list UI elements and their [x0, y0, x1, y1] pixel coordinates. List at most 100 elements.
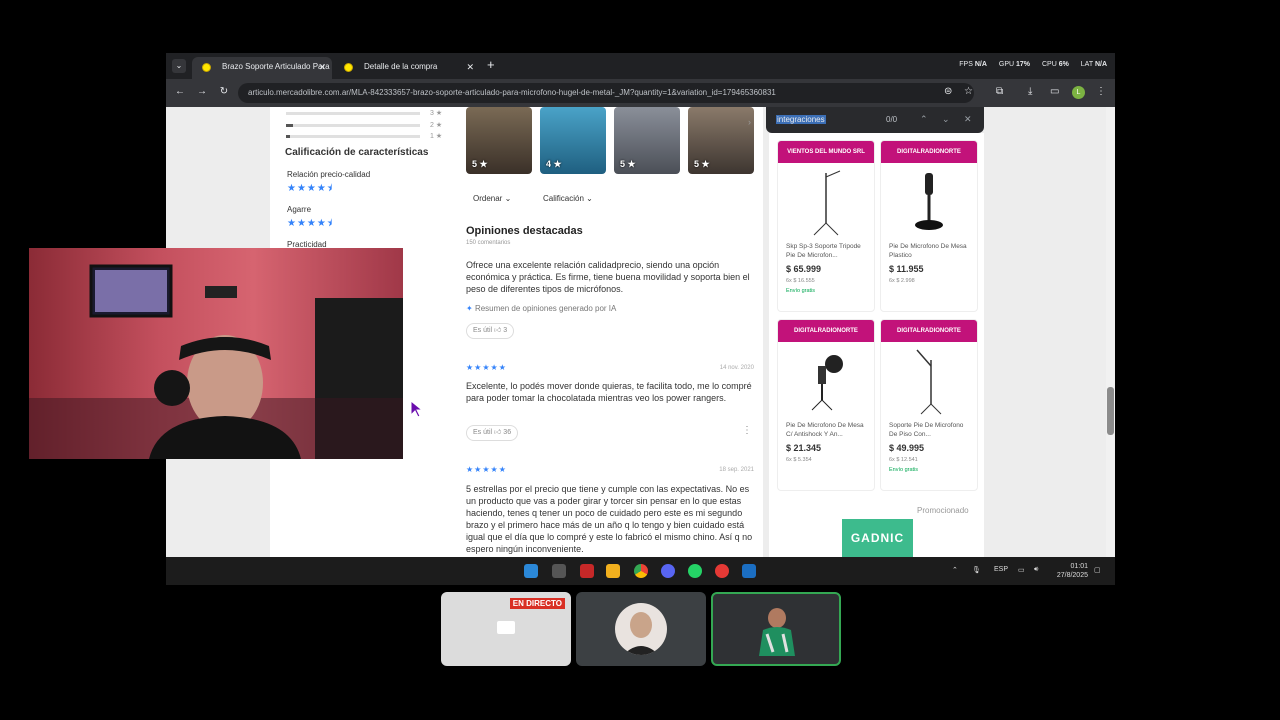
- tab-purchase-detail[interactable]: Detalle de la compra ✕: [334, 57, 480, 79]
- review-date: 14 nov. 2020: [719, 365, 754, 371]
- ai-summary-text: Ofrece una excelente relación calidadpre…: [466, 260, 750, 294]
- volume-icon[interactable]: 🔊︎: [1034, 566, 1038, 574]
- sparkle-icon: ✦: [466, 304, 473, 313]
- ad-seller: VIENTOS DEL MUNDO SRL: [778, 141, 874, 163]
- browser-tab-bar: ⌄ Brazo Soporte Articulado Para Mi ✕ Det…: [166, 53, 1115, 79]
- useful-button[interactable]: Es útil 👍︎ 36: [466, 425, 519, 441]
- profile-avatar[interactable]: L: [1072, 86, 1085, 99]
- mercadolibre-favicon-icon: [344, 63, 353, 72]
- live-badge: EN DIRECTO: [509, 598, 565, 609]
- ad-seller: DIGITALRADIONORTE: [881, 141, 977, 163]
- review-text: 5 estrellas por el precio que tiene y cu…: [466, 484, 753, 554]
- browser-toolbar: ← → ↻ articulo.mercadolibre.com.ar/MLA-8…: [166, 79, 1115, 107]
- tripod-stand-image: [778, 163, 874, 238]
- network-icon[interactable]: ▭: [1018, 566, 1025, 574]
- feature-stars: ★★★★⯨: [287, 183, 334, 194]
- windows-start-icon[interactable]: [524, 564, 538, 578]
- notifications-icon[interactable]: ▢: [1094, 566, 1101, 574]
- review-menu-icon[interactable]: ⋮: [742, 425, 752, 436]
- find-previous-icon[interactable]: ⌃: [920, 114, 928, 125]
- media-app-icon[interactable]: [580, 564, 594, 578]
- scroll-thumb[interactable]: [1107, 387, 1114, 435]
- language-indicator[interactable]: ESP: [994, 566, 1008, 573]
- close-tab-icon[interactable]: ✕: [318, 57, 326, 77]
- extensions-icon[interactable]: ⧉: [996, 86, 1003, 97]
- mic-icon[interactable]: 🎙︎: [972, 566, 981, 574]
- order-dropdown[interactable]: Ordenar ⌄: [473, 194, 511, 203]
- rating-bar-label: 3 ★: [430, 110, 443, 117]
- screen-share-tile[interactable]: EN DIRECTO: [441, 592, 571, 666]
- thumbs-up-icon: 👍︎: [494, 429, 502, 436]
- taskbar-clock[interactable]: 01:01 27/8/2025: [1054, 562, 1088, 580]
- bookmark-star-icon[interactable]: ☆: [964, 86, 973, 97]
- ad-card[interactable]: VIENTOS DEL MUNDO SRL Skp Sp-3 Soporte T…: [777, 140, 875, 312]
- mercadolibre-favicon-icon: [202, 63, 211, 72]
- review-photo[interactable]: 4 ★: [540, 107, 606, 174]
- rating-bar-1: [286, 135, 420, 138]
- participant-tile-active[interactable]: [711, 592, 841, 666]
- site-settings-icon[interactable]: ⊜: [944, 86, 952, 97]
- ad-card[interactable]: DIGITALRADIONORTE Soporte Pie De Microfo…: [880, 319, 978, 491]
- avatar: [753, 604, 801, 656]
- rating-dropdown[interactable]: Calificación ⌄: [543, 194, 593, 203]
- find-bar: integraciones 0/0 ⌃ ⌄ ✕: [766, 107, 984, 133]
- review-photo[interactable]: 5 ★: [466, 107, 532, 174]
- streamer-webcam-image: [29, 264, 403, 459]
- rating-bar-label: 1 ★: [430, 133, 443, 140]
- feature-label: Agarre: [287, 205, 312, 214]
- review-photo[interactable]: 5 ★: [614, 107, 680, 174]
- rating-bar-label: 2 ★: [430, 122, 443, 129]
- new-tab-button[interactable]: +: [487, 57, 495, 72]
- feature-label: Relación precio-calidad: [287, 170, 371, 179]
- features-title: Calificación de características: [285, 147, 429, 158]
- ad-card[interactable]: DIGITALRADIONORTE Pie De Microfono De Me…: [777, 319, 875, 491]
- reload-icon[interactable]: ↻: [217, 86, 231, 97]
- tab-label: Brazo Soporte Articulado Para Mi: [222, 62, 332, 71]
- ad-seller: DIGITALRADIONORTE: [881, 320, 977, 342]
- feature-stars: ★★★★⯨: [287, 218, 334, 229]
- performance-overlay: FPS N/A GPU 17% CPU 6% LAT N/A: [959, 61, 1107, 68]
- present-screen-icon: [497, 621, 515, 634]
- steam-icon[interactable]: [742, 564, 756, 578]
- review-stars: ★★★★★: [466, 465, 507, 474]
- review-date: 18 sep. 2021: [719, 467, 754, 473]
- file-explorer-icon[interactable]: [606, 564, 620, 578]
- rating-bar-2: [286, 124, 420, 127]
- chrome-icon[interactable]: [634, 564, 648, 578]
- find-count: 0/0: [886, 115, 898, 124]
- mouse-cursor-icon: [410, 399, 424, 423]
- forward-arrow-icon[interactable]: →: [195, 86, 209, 97]
- find-next-icon[interactable]: ⌄: [942, 114, 950, 125]
- menu-kebab-icon[interactable]: ⋮: [1096, 86, 1106, 97]
- find-close-icon[interactable]: ✕: [964, 114, 972, 125]
- rating-bar-3: [286, 112, 420, 115]
- task-view-icon[interactable]: [552, 564, 566, 578]
- download-icon[interactable]: ⤓: [1028, 86, 1032, 97]
- tab-search-button[interactable]: ⌄: [172, 59, 186, 73]
- tab-product[interactable]: Brazo Soporte Articulado Para Mi ✕: [192, 57, 332, 79]
- review-photo[interactable]: 5 ★: [688, 107, 754, 174]
- opinions-count: 150 comentarios: [466, 240, 511, 246]
- next-photo-chevron-icon[interactable]: ›: [748, 117, 751, 127]
- close-tab-icon[interactable]: ✕: [466, 57, 474, 77]
- tray-expand-icon[interactable]: ⌃: [952, 566, 958, 574]
- ad-card[interactable]: DIGITALRADIONORTE Pie De Microfono De Me…: [880, 140, 978, 312]
- split-view-icon[interactable]: ▭: [1050, 86, 1059, 97]
- gadnic-banner[interactable]: GADNIC: [842, 519, 913, 557]
- ai-note: ✦ Resumen de opiniones generado por IA: [466, 304, 617, 313]
- promoted-label: Promocionado: [917, 506, 969, 515]
- whatsapp-icon[interactable]: [688, 564, 702, 578]
- discord-icon[interactable]: [661, 564, 675, 578]
- red-app-icon[interactable]: [715, 564, 729, 578]
- desk-stand-image: [881, 163, 977, 238]
- avatar: [615, 603, 667, 655]
- windows-taskbar: ⌃ 🎙︎ ESP ▭ 🔊︎ 01:01 27/8/2025 ▢: [166, 557, 1115, 585]
- tab-label: Detalle de la compra: [364, 62, 438, 71]
- participant-tile[interactable]: [576, 592, 706, 666]
- useful-button[interactable]: Es útil 👍︎ 3: [466, 323, 515, 339]
- floor-stand-image: [881, 342, 977, 417]
- back-arrow-icon[interactable]: ←: [173, 86, 187, 97]
- address-bar[interactable]: articulo.mercadolibre.com.ar/MLA-8423336…: [238, 83, 974, 103]
- find-input[interactable]: integraciones: [776, 115, 826, 124]
- page-scrollbar[interactable]: [1106, 107, 1115, 557]
